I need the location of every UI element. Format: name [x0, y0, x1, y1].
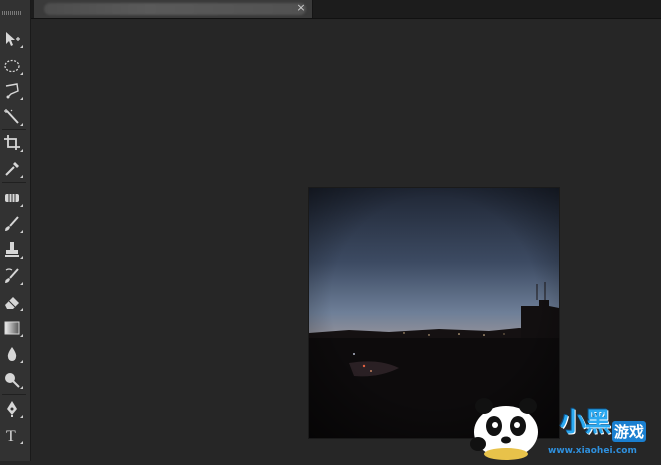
document-tab-title — [44, 3, 306, 15]
lasso-icon — [5, 83, 19, 99]
toolbar-divider — [2, 182, 26, 183]
healing-icon — [5, 194, 19, 202]
svg-text:T: T — [6, 428, 16, 444]
gradient-icon — [4, 321, 20, 335]
history-brush-tool[interactable] — [1, 265, 27, 287]
blur-drop-icon — [7, 347, 17, 361]
clone-stamp-tool[interactable] — [1, 239, 27, 261]
magic-wand-tool[interactable] — [1, 106, 27, 128]
magic-wand-icon — [4, 109, 19, 124]
pen-tool[interactable] — [1, 398, 27, 420]
eraser-icon — [5, 297, 19, 309]
eraser-tool[interactable] — [1, 291, 27, 313]
document-tab[interactable]: × — [34, 0, 313, 18]
dodge-icon — [5, 373, 20, 388]
close-icon[interactable]: × — [295, 2, 307, 14]
move-icon — [6, 32, 20, 46]
move-tool[interactable] — [1, 28, 27, 50]
tools-panel: T — [0, 0, 31, 461]
toolbar-divider — [2, 129, 26, 130]
dodge-tool[interactable] — [1, 369, 27, 391]
pen-icon — [7, 401, 17, 417]
watermark-url: www.xiaohei.com — [548, 446, 637, 456]
watermark-brand: 小黑 — [560, 408, 611, 438]
elliptical-marquee-tool[interactable] — [1, 55, 27, 77]
document-tab-bar: × — [0, 0, 661, 19]
ellipse-marquee-icon — [4, 59, 20, 73]
crop-tool[interactable] — [1, 132, 27, 154]
panel-grip[interactable] — [2, 11, 22, 15]
eyedropper-tool[interactable] — [1, 158, 27, 180]
spot-healing-tool[interactable] — [1, 187, 27, 209]
gradient-tool[interactable] — [1, 317, 27, 339]
blur-tool[interactable] — [1, 343, 27, 365]
brush-tool[interactable] — [1, 213, 27, 235]
type-tool[interactable]: T — [1, 424, 27, 446]
stamp-icon — [5, 242, 19, 257]
polygonal-lasso-tool[interactable] — [1, 80, 27, 102]
eyedropper-icon — [5, 162, 19, 176]
watermark-suffix: 游戏 — [612, 421, 647, 442]
toolbar-divider — [2, 394, 26, 395]
crop-icon — [4, 135, 20, 150]
brush-icon — [5, 216, 19, 231]
history-brush-icon — [5, 268, 19, 283]
type-icon: T — [6, 428, 16, 444]
